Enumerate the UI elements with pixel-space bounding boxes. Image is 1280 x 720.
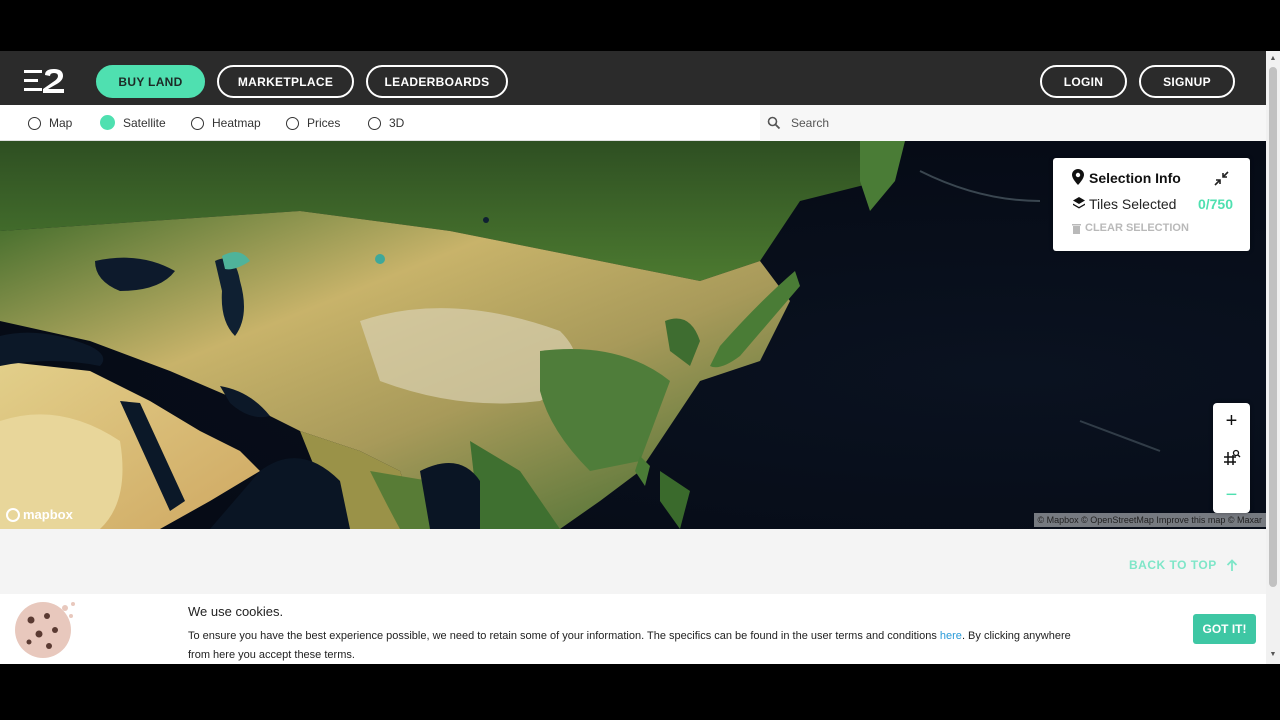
mode-heatmap-radio[interactable]: Heatmap <box>191 116 261 130</box>
mode-label: 3D <box>389 116 405 130</box>
page-scrollbar[interactable]: ▲ ▼ <box>1266 51 1280 664</box>
mapbox-logo[interactable]: mapbox <box>6 507 73 522</box>
back-to-top-link[interactable]: BACK TO TOP <box>1129 558 1238 572</box>
leaderboards-button[interactable]: LEADERBOARDS <box>366 65 508 98</box>
clear-selection-button[interactable]: CLEAR SELECTION <box>1072 222 1189 234</box>
collapse-icon[interactable] <box>1213 170 1230 187</box>
radio-icon <box>28 116 41 130</box>
buy-land-button[interactable]: BUY LAND <box>96 65 205 98</box>
selection-info-panel: Selection Info Tiles Selected 0/750 CLEA… <box>1053 158 1250 251</box>
mode-3d-radio[interactable]: 3D <box>368 116 404 130</box>
cookie-text-before: To ensure you have the best experience p… <box>188 630 940 642</box>
zoom-controls: + − <box>1213 403 1250 513</box>
top-header: BUY LAND MARKETPLACE LEADERBOARDS LOGIN … <box>0 51 1266 105</box>
login-button[interactable]: LOGIN <box>1040 65 1127 98</box>
mode-map-radio[interactable]: Map <box>28 116 72 130</box>
cookie-text: To ensure you have the best experience p… <box>188 627 1088 664</box>
zoom-in-button[interactable]: + <box>1213 403 1250 439</box>
radio-icon <box>368 116 381 130</box>
tiles-selected-label: Tiles Selected <box>1089 196 1177 212</box>
letterbox-bottom <box>0 664 1280 720</box>
back-to-top-label: BACK TO TOP <box>1129 558 1217 572</box>
e2-logo-icon[interactable] <box>24 68 66 94</box>
map-pin-icon <box>1072 169 1084 185</box>
scroll-up-icon[interactable]: ▲ <box>1269 55 1277 63</box>
arrow-up-icon <box>1226 558 1237 571</box>
cookie-icon <box>15 602 75 658</box>
mode-label: Satellite <box>123 115 166 130</box>
mode-satellite-radio[interactable]: Satellite <box>100 115 166 130</box>
terms-link[interactable]: here <box>940 630 962 642</box>
search-input[interactable] <box>791 116 1231 130</box>
radio-icon <box>191 116 204 130</box>
grid-search-icon <box>1223 449 1240 465</box>
got-it-button[interactable]: GOT IT! <box>1193 614 1256 644</box>
search-icon <box>767 116 781 130</box>
radio-icon <box>286 116 299 130</box>
zoom-out-button[interactable]: − <box>1213 477 1250 513</box>
marketplace-button[interactable]: MARKETPLACE <box>217 65 354 98</box>
tiles-selected-count: 0/750 <box>1197 196 1233 212</box>
map-mode-toolbar: Map Satellite Heatmap Prices 3D <box>0 105 1266 141</box>
selection-info-title: Selection Info <box>1089 170 1181 186</box>
radio-selected-icon <box>100 115 115 130</box>
clear-selection-label: CLEAR SELECTION <box>1085 222 1189 234</box>
mode-label: Map <box>49 116 73 130</box>
mapbox-icon <box>6 507 20 522</box>
cookie-title: We use cookies. <box>188 604 284 619</box>
layers-icon <box>1073 197 1085 209</box>
map-attribution[interactable]: © Mapbox © OpenStreetMap Improve this ma… <box>1033 513 1266 527</box>
mode-label: Heatmap <box>212 116 261 130</box>
mode-prices-radio[interactable]: Prices <box>286 116 340 130</box>
signup-button[interactable]: SIGNUP <box>1139 65 1235 98</box>
scroll-down-icon[interactable]: ▼ <box>1269 651 1277 659</box>
mapbox-text: mapbox <box>23 507 73 522</box>
search-box <box>760 105 1266 141</box>
letterbox-top <box>0 0 1280 51</box>
cookie-banner: We use cookies. To ensure you have the b… <box>0 594 1266 664</box>
tile-grid-search-button[interactable] <box>1213 440 1250 476</box>
scrollbar-thumb[interactable] <box>1269 67 1277 587</box>
app: BUY LAND MARKETPLACE LEADERBOARDS LOGIN … <box>0 51 1280 664</box>
mode-label: Prices <box>307 116 341 130</box>
trash-icon <box>1072 223 1081 234</box>
